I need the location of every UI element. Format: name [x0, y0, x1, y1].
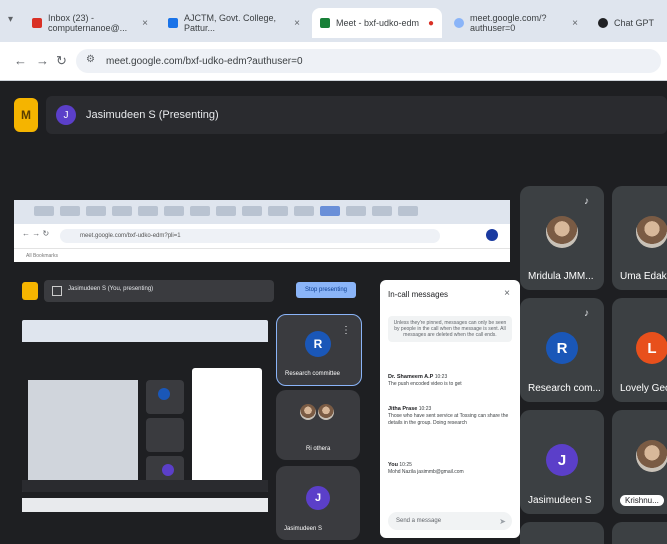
reload-icon[interactable]: ↻: [56, 53, 67, 69]
page-icon: [168, 18, 178, 28]
close-icon[interactable]: ×: [572, 18, 578, 29]
browser-tab-bar: ▾ Inbox (23) - computernanoe@... × AJCTM…: [0, 0, 667, 42]
avatar: J: [546, 444, 578, 476]
participant-tile-jasimudeen[interactable]: J Jasimudeen S: [520, 410, 604, 514]
stop-presenting-button[interactable]: Stop presenting: [296, 282, 356, 298]
forward-icon[interactable]: →: [36, 53, 49, 68]
participant-tile-partial: [520, 522, 604, 544]
tab-meet[interactable]: Meet - bxf-udko-edm ●: [312, 8, 442, 38]
profile-icon: [486, 229, 498, 241]
send-icon[interactable]: ➤: [499, 517, 506, 526]
participant-name: Mridula JMM...: [528, 271, 594, 282]
avatar: L: [636, 332, 667, 364]
participant-tile-uma[interactable]: Uma Edako...: [612, 186, 667, 290]
tab-label: meet.google.com/?authuser=0: [470, 13, 547, 33]
participant-name: Uma Edako...: [620, 271, 667, 282]
presenting-bar: J Jasimudeen S (Presenting): [46, 96, 667, 134]
tab-label: AJCTM, Govt. College, Pattur...: [184, 13, 277, 33]
tab-chatgpt[interactable]: Chat GPT: [590, 8, 667, 38]
chat-title: In-call messages: [388, 290, 449, 299]
tab-list-icon[interactable]: ▾: [8, 14, 13, 25]
participant-photo: [318, 404, 334, 420]
participant-tile-others[interactable]: Ri othera: [276, 390, 360, 460]
avatar: J: [56, 105, 76, 125]
mic-icon: ♪: [584, 196, 589, 207]
inner-address-bar: ← → ↻ meet.google.com/bxf-udko-edm?pli=1: [14, 224, 510, 248]
participant-name: Research committee: [285, 371, 341, 377]
avatar: R: [546, 332, 578, 364]
nested-share-thumbnail: [22, 320, 268, 492]
address-bar-row: ← → ↻ ⚙ meet.google.com/bxf-udko-edm?aut…: [0, 42, 667, 81]
avatar: R: [305, 331, 331, 357]
participant-name: Ri othera: [306, 446, 331, 452]
presenting-label: Jasimudeen S (Presenting): [86, 109, 219, 121]
participant-tile-research[interactable]: R ♪ Research com...: [520, 298, 604, 402]
participant-photo: [546, 216, 578, 248]
tab-label: Chat GPT: [614, 18, 655, 28]
tab-label: Meet - bxf-udko-edm: [336, 18, 420, 28]
chat-note: Unless they're pinned, messages can only…: [388, 316, 512, 342]
participant-tile-krishnu[interactable]: Krishnu...: [612, 410, 667, 514]
inner-present-bar: Jasimudeen S (You, presenting): [44, 280, 274, 302]
url-text: meet.google.com/bxf-udko-edm?authuser=0: [106, 55, 303, 67]
mic-icon: ♪: [584, 308, 589, 319]
participant-tile-lovely[interactable]: L Lovely Geo...: [612, 298, 667, 402]
close-icon[interactable]: ×: [142, 18, 148, 29]
in-call-messages-panel: In-call messages × Unless they're pinned…: [380, 280, 520, 538]
mic-icon: ⋮: [341, 325, 351, 336]
chat-message: Dr. Shameem A.P 10:23 The push encoded v…: [388, 374, 462, 387]
participant-tile-partial: [612, 522, 667, 544]
tab-label: Inbox (23) - computernanoe@...: [48, 13, 128, 33]
participant-name: Jasimudeen S: [528, 495, 592, 506]
meet-icon: [320, 18, 330, 28]
back-icon[interactable]: ←: [14, 53, 27, 68]
tab-college[interactable]: AJCTM, Govt. College, Pattur... ×: [160, 8, 308, 38]
tab-meet-home[interactable]: meet.google.com/?authuser=0 ×: [446, 8, 586, 38]
nested-taskbar: [22, 498, 268, 512]
participant-name: Krishnu...: [620, 495, 664, 506]
send-message-input[interactable]: Send a message: [388, 512, 512, 530]
screen-icon: [52, 286, 62, 296]
participant-photo: [636, 440, 667, 472]
logo-glyph: M: [21, 108, 31, 122]
participant-tile-jasimudeen[interactable]: J Jasimudeen S: [276, 466, 360, 540]
avatar: J: [306, 486, 330, 510]
inner-tab-bar: [14, 200, 510, 224]
chat-message: You 10:25 Mohd Nazila jasimmb@gmail.com: [388, 462, 464, 475]
site-info-icon[interactable]: ⚙: [86, 54, 95, 65]
url-input[interactable]: ⚙ meet.google.com/bxf-udko-edm?authuser=…: [76, 49, 661, 73]
close-icon[interactable]: ×: [504, 288, 510, 299]
inner-url: meet.google.com/bxf-udko-edm?pli=1: [60, 229, 440, 243]
participant-name: Research com...: [528, 383, 601, 394]
meet-activities-button[interactable]: M: [14, 98, 38, 132]
participant-name: Jasimudeen S: [284, 526, 323, 532]
participant-photo: [636, 216, 667, 248]
globe-icon: [454, 18, 464, 28]
inner-logo: [22, 282, 38, 300]
inner-present-label: Jasimudeen S (You, presenting): [68, 286, 154, 292]
participant-tile-research[interactable]: R ⋮ Research committee: [276, 314, 362, 386]
shared-screen: ← → ↻ meet.google.com/bxf-udko-edm?pli=1…: [14, 200, 520, 540]
participant-name: Lovely Geo...: [620, 383, 667, 394]
participant-photo: [300, 404, 316, 420]
participant-tile-mridula[interactable]: ♪ Mridula JMM...: [520, 186, 604, 290]
gmail-icon: [32, 18, 42, 28]
chatgpt-icon: [598, 18, 608, 28]
close-icon[interactable]: ×: [294, 18, 300, 29]
tab-inbox[interactable]: Inbox (23) - computernanoe@... ×: [24, 8, 156, 38]
chat-message: Jitha Prase 10:23 Those who have sent se…: [388, 406, 509, 426]
inner-bookmarks-bar: All Bookmarks: [14, 248, 510, 262]
recording-icon: ●: [427, 17, 434, 29]
